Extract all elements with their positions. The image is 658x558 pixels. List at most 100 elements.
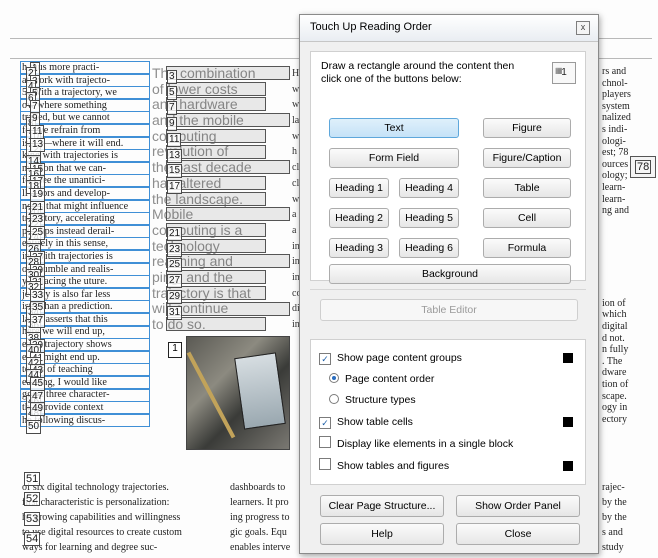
pull-quote-line: technology [152, 238, 220, 254]
text-line: trajectory, accelerating [22, 213, 115, 225]
option-label: Show table cells [337, 416, 413, 428]
dialog-title: Touch Up Reading Order [310, 21, 432, 33]
table-button[interactable]: Table [483, 178, 571, 198]
pull-quote-line: to do so. [152, 317, 206, 332]
clear-page-structure-button[interactable]: Clear Page Structure... [320, 495, 444, 517]
page-content-order-option[interactable]: Page content order [329, 371, 434, 387]
text-line: earning, I would like [22, 376, 107, 388]
text-line: h thus more practi- [22, 62, 100, 73]
dialog-titlebar[interactable]: Touch Up Reading Order x [300, 15, 598, 42]
text-line: ologi- [602, 135, 626, 147]
text-line: y of facing the uture. [22, 276, 108, 288]
text-line: jectory is also far less [22, 288, 111, 300]
text-line: ology; [602, 170, 628, 182]
text-line: that provide context [22, 402, 104, 414]
figure-button[interactable]: Figure [483, 118, 571, 138]
text-line: ow where something [22, 99, 107, 111]
display-like-elements-checkbox[interactable] [319, 436, 331, 448]
option-label: Structure types [345, 394, 416, 406]
heading5-button[interactable]: Heading 5 [399, 208, 459, 228]
text-line [602, 263, 658, 275]
text-line: ources [602, 158, 629, 170]
formula-button[interactable]: Formula [483, 238, 571, 258]
text-line: d not. [602, 332, 625, 344]
pull-quote-line: Mobile [152, 207, 194, 223]
tablet-photo [186, 336, 290, 450]
text-line: eas a trajectory shows [22, 339, 112, 351]
structure-types-radio[interactable] [329, 394, 339, 404]
form-field-button[interactable]: Form Field [329, 148, 459, 168]
text-line: mission that we can- [22, 162, 107, 174]
heading4-button[interactable]: Heading 4 [399, 178, 459, 198]
heading3-button[interactable]: Heading 3 [329, 238, 389, 258]
text-line: ore humble and realis- [22, 263, 114, 275]
text-segment: s and [602, 527, 623, 538]
text-segment: of six digital technology trajectories. [22, 482, 169, 493]
pull-quote-line: will continue [152, 301, 229, 317]
pull-quote-line: has altered [152, 175, 222, 191]
text-line: rs and [602, 66, 627, 77]
figure-number-tag[interactable]: 1 [168, 342, 182, 358]
heading6-button[interactable]: Heading 6 [399, 238, 459, 258]
text-line: ogy in [602, 402, 628, 414]
tag-buttons-panel: Draw a rectangle around the content then… [310, 51, 586, 284]
text-line: ng and [602, 205, 629, 217]
display-like-elements-option[interactable]: Display like elements in a single block [319, 436, 513, 452]
text-line: at work with trajecto- [22, 74, 110, 86]
close-icon[interactable]: x [576, 21, 590, 35]
show-tables-and-figures-option[interactable]: Show tables and figures [319, 458, 449, 474]
pull-quote-column: The combination of lower costs and hardwar… [152, 66, 292, 333]
page-content-order-radio[interactable] [329, 373, 339, 383]
heading1-button[interactable]: Heading 1 [329, 178, 389, 198]
pull-quote-line: trajectory is that [152, 285, 251, 301]
text-line: ion of [602, 297, 626, 309]
table-cells-color-swatch[interactable] [563, 417, 573, 427]
pull-quote-line: the past decade [152, 160, 252, 176]
text-line: tion of [602, 379, 629, 391]
text-line: e we might end up. [22, 351, 100, 363]
draw-rectangle-icon[interactable]: ▦ 1 [552, 62, 576, 84]
text-line [602, 228, 658, 240]
text-line: foresee the unantici- [22, 175, 106, 187]
text-segment: ways for learning and degree suc- [22, 542, 158, 553]
tables-figures-color-swatch[interactable] [563, 461, 573, 471]
text-line [602, 286, 658, 298]
show-table-cells-checkbox[interactable]: ✓ [319, 417, 331, 429]
show-page-content-groups-checkbox[interactable]: ✓ [319, 353, 331, 365]
text-column-right: rs and chnol-players system nalized s indi-o… [602, 66, 658, 425]
text-line: istic than a prediction. [22, 301, 113, 313]
text-line: chnol- [602, 77, 628, 89]
instruction-text: Draw a rectangle around the content then… [321, 60, 515, 85]
text-line: for we refrain from [22, 124, 101, 136]
text-line: traded, but we cannot [22, 112, 110, 124]
table-editor-button[interactable]: Table Editor [320, 299, 578, 321]
text-button[interactable]: Text [329, 118, 459, 138]
text-segment: he growing capabilities and willingness [22, 512, 181, 523]
text-line: . The [602, 355, 623, 367]
pull-quote-line: computing [152, 128, 217, 144]
cell-button[interactable]: Cell [483, 208, 571, 228]
text-line: king with trajectories is [22, 150, 118, 162]
help-button[interactable]: Help [320, 523, 444, 545]
text-line [602, 217, 658, 229]
background-button[interactable]: Background [329, 264, 571, 284]
show-table-cells-option[interactable]: ✓ Show table cells [319, 414, 413, 430]
display-options-panel: ✓ Show page content groups Page content o… [310, 339, 586, 485]
text-line: scape. [602, 390, 627, 402]
text-line: 5. With a trajectory, we [22, 87, 117, 99]
heading2-button[interactable]: Heading 2 [329, 208, 389, 228]
figure-caption-button[interactable]: Figure/Caption [483, 148, 571, 168]
content-groups-color-swatch[interactable] [563, 353, 573, 363]
text-line: latter asserts that this [22, 313, 108, 325]
text-line: ing with trajectories is [22, 250, 113, 262]
pull-quote-line: revolution of [152, 144, 229, 160]
text-line: here we will end up, [22, 326, 105, 338]
structure-types-option[interactable]: Structure types [329, 392, 416, 408]
show-page-content-groups-option[interactable]: ✓ Show page content groups [319, 350, 462, 366]
text-segment: rajec- [602, 482, 625, 493]
show-order-panel-button[interactable]: Show Order Panel [456, 495, 580, 517]
text-line: est; 78 [602, 147, 629, 159]
close-button[interactable]: Close [456, 523, 580, 545]
text-line: ectory [602, 413, 627, 425]
show-tables-and-figures-checkbox[interactable] [319, 458, 331, 470]
